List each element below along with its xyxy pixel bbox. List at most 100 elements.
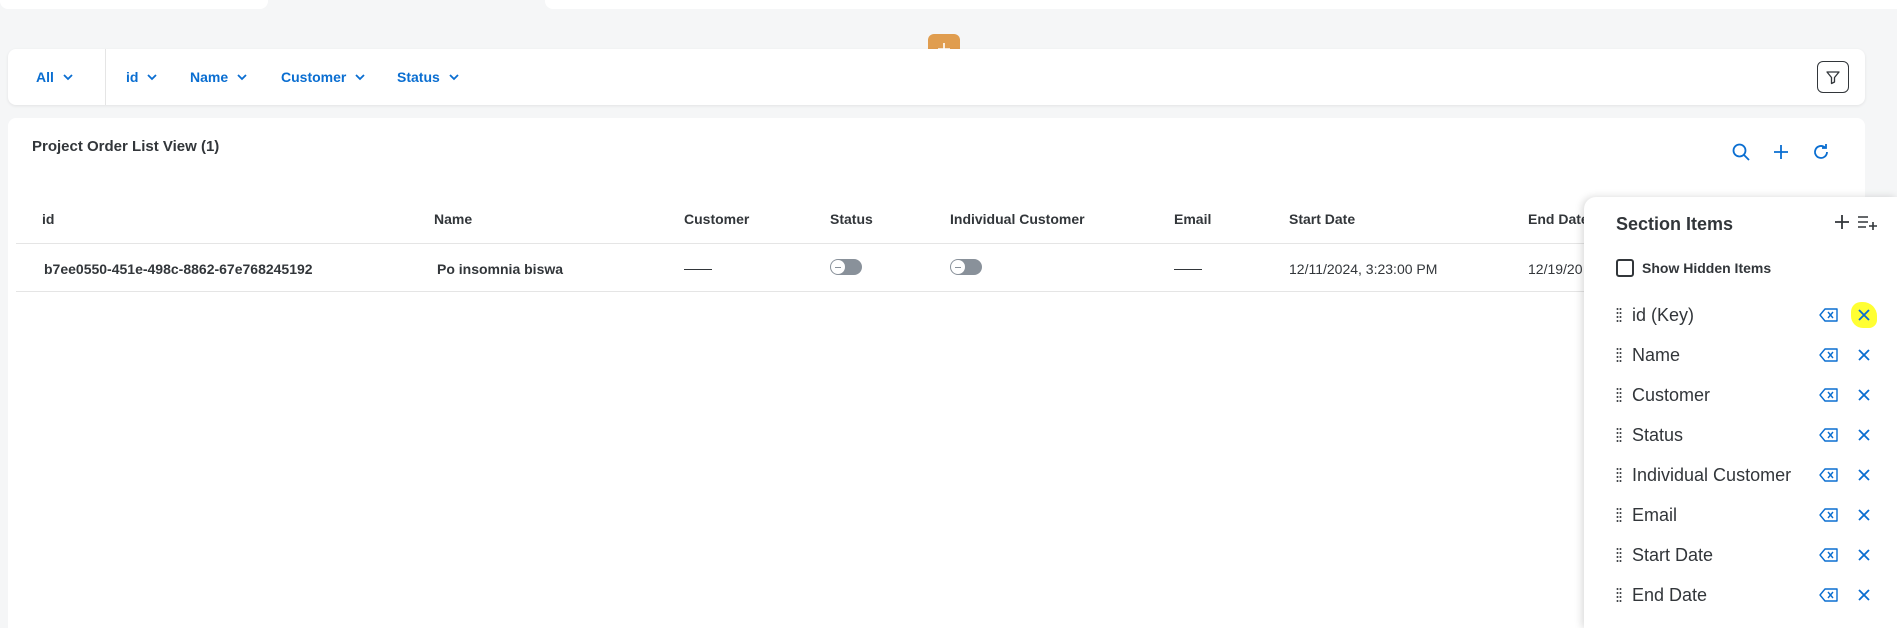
remove-item-button[interactable]: [1851, 462, 1877, 488]
remove-item-button[interactable]: [1851, 342, 1877, 368]
refresh-button[interactable]: [1809, 140, 1833, 164]
backspace-icon: [1819, 508, 1838, 522]
chevron-down-icon: [449, 74, 459, 81]
status-switch[interactable]: [830, 259, 862, 275]
filter-customer[interactable]: Customer: [281, 49, 366, 105]
row-divider: [16, 291, 1716, 292]
plus-icon: [1835, 215, 1849, 229]
show-hidden-toggle[interactable]: Show Hidden Items: [1616, 259, 1771, 277]
section-item-label: Start Date: [1632, 545, 1714, 565]
header-divider: [16, 243, 1716, 244]
chevron-down-icon: [147, 74, 158, 81]
section-item[interactable]: Name: [1584, 337, 1897, 377]
section-item-label: id (Key): [1632, 305, 1695, 325]
list-title: Project Order List View (1): [32, 138, 220, 155]
cell-customer-empty: [684, 269, 712, 270]
hide-item-button[interactable]: [1818, 544, 1840, 566]
column-header-customer[interactable]: Customer: [684, 211, 749, 227]
close-icon: [1858, 509, 1870, 521]
hide-item-button[interactable]: [1818, 344, 1840, 366]
remove-item-button[interactable]: [1851, 502, 1877, 528]
drag-handle-icon[interactable]: [1616, 307, 1622, 323]
remove-item-button[interactable]: [1851, 422, 1877, 448]
section-item[interactable]: Start Date: [1584, 537, 1897, 577]
drag-handle-icon[interactable]: [1616, 387, 1622, 403]
drag-handle-icon[interactable]: [1616, 587, 1622, 603]
add-item-button[interactable]: [1832, 212, 1854, 234]
section-item[interactable]: Individual Customer: [1584, 457, 1897, 497]
chevron-down-icon: [237, 74, 247, 81]
panel-title: Section Items: [1616, 214, 1734, 234]
close-icon: [1858, 469, 1870, 481]
remove-item-button[interactable]: [1851, 542, 1877, 568]
column-header-id[interactable]: id: [42, 211, 54, 227]
section-item[interactable]: Customer: [1584, 377, 1897, 417]
show-hidden-label: Show Hidden Items: [1642, 260, 1772, 276]
drag-handle-icon[interactable]: [1616, 547, 1622, 563]
close-icon: [1858, 389, 1870, 401]
drag-handle-icon[interactable]: [1616, 467, 1622, 483]
column-header-start-date[interactable]: Start Date: [1289, 211, 1355, 227]
switch-knob: [831, 260, 845, 274]
backspace-icon: [1819, 548, 1838, 562]
hide-item-button[interactable]: [1818, 384, 1840, 406]
filter-divider: [105, 49, 106, 105]
section-item-label: End Date: [1632, 585, 1708, 605]
filter-id[interactable]: id: [126, 49, 158, 105]
drag-handle-icon[interactable]: [1616, 427, 1622, 443]
filter-bar: All id Name Customer Status: [8, 49, 1865, 105]
chevron-down-icon: [63, 74, 73, 81]
search-button[interactable]: [1729, 140, 1753, 164]
filter-icon: [1826, 71, 1840, 85]
filter-all[interactable]: All: [36, 49, 74, 105]
close-icon: [1858, 589, 1870, 601]
remove-item-button[interactable]: [1851, 582, 1877, 608]
section-item-label: Individual Customer: [1632, 465, 1792, 485]
cell-end-date: 12/19/20: [1528, 261, 1583, 277]
close-icon: [1858, 309, 1870, 321]
backspace-icon: [1819, 428, 1838, 442]
add-list-button[interactable]: [1856, 212, 1878, 234]
search-icon: [1732, 143, 1750, 161]
remove-item-button[interactable]: [1851, 302, 1877, 328]
section-item-label: Name: [1632, 345, 1681, 365]
filter-id-label: id: [126, 69, 139, 85]
section-items-panel: Section Items Show Hidden Items id (Key)…: [1584, 197, 1897, 628]
section-item[interactable]: Status: [1584, 417, 1897, 457]
column-header-name[interactable]: Name: [434, 211, 472, 227]
filter-status[interactable]: Status: [397, 49, 460, 105]
backspace-icon: [1819, 588, 1838, 602]
column-header-individual-customer[interactable]: Individual Customer: [950, 211, 1085, 227]
section-item[interactable]: End Date: [1584, 577, 1897, 617]
column-header-email[interactable]: Email: [1174, 211, 1211, 227]
hide-item-button[interactable]: [1818, 464, 1840, 486]
section-item[interactable]: Email: [1584, 497, 1897, 537]
drag-handle-icon[interactable]: [1616, 347, 1622, 363]
hide-item-button[interactable]: [1818, 504, 1840, 526]
individual-customer-switch[interactable]: [950, 259, 982, 275]
close-icon: [1858, 429, 1870, 441]
drag-handle-icon[interactable]: [1616, 507, 1622, 523]
backspace-icon: [1819, 308, 1838, 322]
plus-icon: [1774, 145, 1788, 159]
hide-item-button[interactable]: [1818, 424, 1840, 446]
section-item-label: Email: [1632, 505, 1678, 525]
cell-email-empty: [1174, 269, 1202, 270]
add-row-button[interactable]: [1769, 140, 1793, 164]
backspace-icon: [1819, 468, 1838, 482]
hide-item-button[interactable]: [1818, 584, 1840, 606]
column-header-end-date[interactable]: End Date: [1528, 211, 1589, 227]
section-item[interactable]: id (Key): [1584, 297, 1897, 337]
filter-name[interactable]: Name: [190, 49, 248, 105]
hide-item-button[interactable]: [1818, 304, 1840, 326]
filter-all-label: All: [36, 69, 54, 85]
filter-toggle-button[interactable]: [1817, 61, 1849, 93]
top-tab-left: [0, 0, 268, 9]
filter-status-label: Status: [397, 69, 440, 85]
close-icon: [1858, 349, 1870, 361]
column-header-status[interactable]: Status: [830, 211, 873, 227]
close-icon: [1858, 549, 1870, 561]
cell-id: b7ee0550-451e-498c-8862-67e768245192: [44, 261, 313, 277]
remove-item-button[interactable]: [1851, 382, 1877, 408]
show-hidden-checkbox[interactable]: [1616, 259, 1634, 277]
